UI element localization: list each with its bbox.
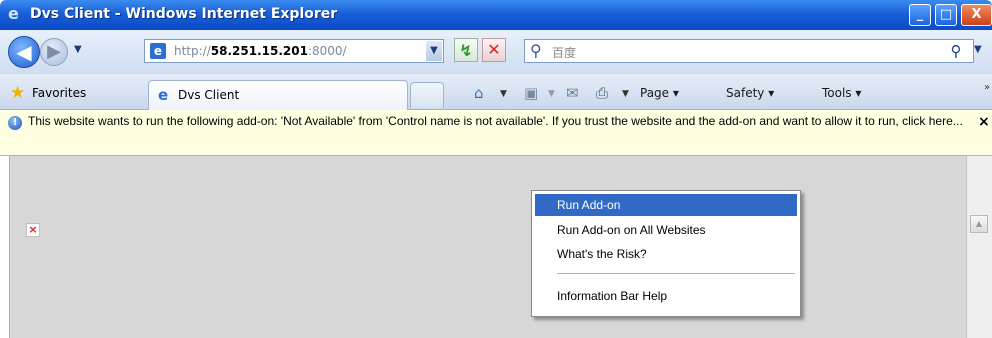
refresh-icon[interactable]: ↯ <box>454 38 478 62</box>
favorites-button[interactable]: Favorites <box>32 86 86 100</box>
menu-item-whats-the-risk[interactable]: What's the Risk? <box>535 243 797 265</box>
stop-icon[interactable]: ✕ <box>482 38 506 62</box>
safety-menu[interactable]: Safety ▾ <box>726 86 774 100</box>
minimize-button[interactable]: _ <box>909 4 931 26</box>
forward-arrow-icon[interactable]: ▶ <box>40 38 68 66</box>
tab-ie-icon: e <box>158 86 169 104</box>
chevron-more-icon[interactable]: » <box>984 82 990 93</box>
menu-item-run-add-on-all-websites[interactable]: Run Add-on on All Websites <box>535 219 797 241</box>
tools-menu[interactable]: Tools ▾ <box>822 86 861 100</box>
home-dropdown-icon[interactable]: ▼ <box>500 89 507 99</box>
tab-label[interactable]: Dvs Client <box>178 88 239 102</box>
search-dropdown-icon[interactable]: ▼ <box>974 44 982 55</box>
star-icon[interactable]: ★ <box>10 83 25 103</box>
close-button[interactable]: X <box>961 4 992 26</box>
ie-logo-icon: e <box>8 4 19 23</box>
menu-item-information-bar-help[interactable]: Information Bar Help <box>535 285 797 307</box>
page-content <box>10 156 966 338</box>
vertical-scrollbar[interactable] <box>966 156 992 338</box>
rss-icon[interactable]: ▣ <box>524 84 538 102</box>
page-menu[interactable]: Page ▾ <box>640 86 679 100</box>
address-text[interactable]: http://58.251.15.201:8000/ <box>174 44 347 58</box>
printer-icon[interactable]: ⎙ <box>596 84 608 102</box>
back-arrow-icon[interactable]: ◀ <box>8 36 40 68</box>
menu-separator <box>557 273 795 274</box>
menu-item-run-add-on[interactable]: Run Add-on <box>535 194 797 216</box>
page-icon: e <box>150 43 166 59</box>
home-icon[interactable]: ⌂ <box>474 84 484 102</box>
maximize-button[interactable]: □ <box>935 4 957 26</box>
search-placeholder: 百度 <box>552 46 577 60</box>
search-icon[interactable]: ⚲ <box>944 40 968 62</box>
information-bar-message[interactable]: This website wants to run the following … <box>28 113 968 130</box>
content-left-edge <box>0 156 10 338</box>
close-icon[interactable]: × <box>978 114 990 130</box>
search-input[interactable] <box>524 39 974 63</box>
history-dropdown-icon[interactable]: ▼ <box>74 44 82 55</box>
mail-icon[interactable]: ✉ <box>566 84 579 102</box>
broken-image-icon: × <box>26 223 40 237</box>
print-dropdown-icon[interactable]: ▼ <box>622 89 629 99</box>
scroll-up-icon[interactable]: ▲ <box>970 215 988 233</box>
shield-info-icon: ! <box>8 116 22 130</box>
window-title: Dvs Client - Windows Internet Explorer <box>30 6 338 22</box>
feed-dropdown-icon[interactable]: ▼ <box>548 89 555 99</box>
search-provider-icon: ⚲ <box>530 41 542 60</box>
new-tab-button[interactable] <box>410 82 444 108</box>
address-dropdown-icon[interactable]: ▼ <box>426 41 442 61</box>
